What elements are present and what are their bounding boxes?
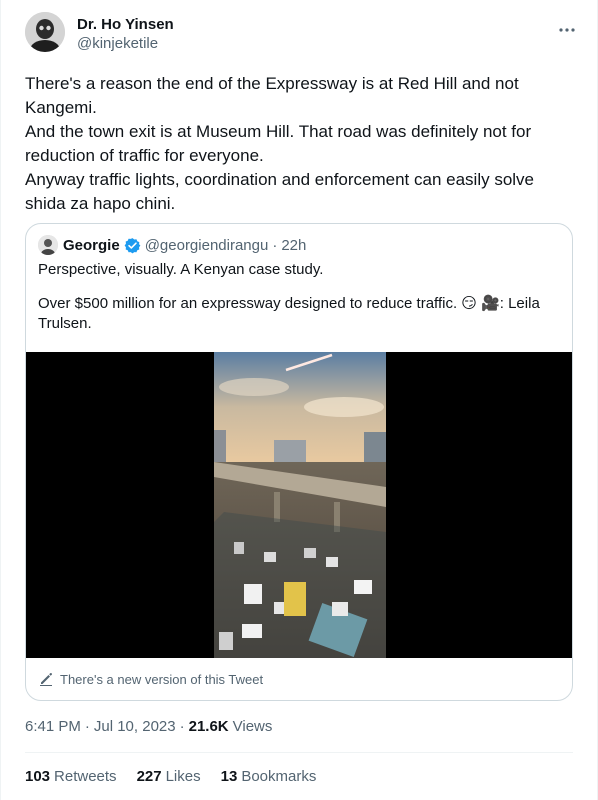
quoted-tweet-text: Perspective, visually. A Kenyan case stu… [38,260,558,348]
tweet-detail: Dr. Ho Yinsen @kinjeketile There's a rea… [0,0,598,800]
bookmarks-label: Bookmarks [241,768,317,785]
retweets-label: Retweets [54,768,117,785]
divider [25,752,573,753]
views-label: Views [232,718,273,735]
new-version-notice[interactable]: There's a new version of this Tweet [38,669,263,689]
separator-dot: · [179,718,185,735]
retweets-stat[interactable]: 103 Retweets [25,768,117,785]
video-player[interactable] [26,352,572,658]
pencil-edit-icon [38,671,54,687]
quoted-tweet[interactable]: Georgie @georgiendirangu · 22h Perspecti… [25,223,573,701]
engagement-stats: 103 Retweets 227 Likes 13 Bookmarks [25,768,336,785]
author-row: Dr. Ho Yinsen @kinjeketile [25,12,581,60]
quoted-author-avatar [38,235,58,255]
likes-label: Likes [165,768,201,785]
tweet-time[interactable]: 6:41 PM [25,718,81,735]
more-icon[interactable] [553,16,581,44]
tweet-line: There's a reason the end of the Expressw… [25,74,519,117]
timestamp-row: 6:41 PM · Jul 10, 2023 · 21.6K Views [25,718,272,735]
separator-dot: · [84,718,90,735]
separator-dot: · [272,236,278,254]
quoted-tweet-header: Georgie @georgiendirangu · 22h [38,235,306,255]
verified-badge-icon [124,237,141,254]
bookmarks-count: 13 [220,768,238,785]
tweet-line: Anyway traffic lights, coordination and … [25,170,535,213]
likes-count: 227 [136,768,162,785]
author-avatar[interactable] [25,12,65,52]
quoted-line: Over $500 million for an expressway desi… [38,295,540,332]
bookmarks-stat[interactable]: 13 Bookmarks [221,768,317,785]
author-display-name[interactable]: Dr. Ho Yinsen [77,16,174,34]
quoted-line: Perspective, visually. A Kenyan case stu… [38,261,324,278]
tweet-date[interactable]: Jul 10, 2023 [94,718,176,735]
video-thumbnail [214,352,386,658]
tweet-line: And the town exit is at Museum Hill. Tha… [25,122,532,165]
author-name-block: Dr. Ho Yinsen @kinjeketile [77,16,174,54]
author-handle[interactable]: @kinjeketile [77,34,174,54]
retweets-count: 103 [25,768,51,785]
quoted-author-handle: @georgiendirangu [144,236,269,254]
quoted-author-name: Georgie [63,236,120,254]
new-version-label: There's a new version of this Tweet [60,671,264,687]
likes-stat[interactable]: 227 Likes [137,768,201,785]
quoted-time: 22h [281,236,307,254]
views-count: 21.6K [188,718,229,735]
tweet-text: There's a reason the end of the Expressw… [25,72,565,216]
